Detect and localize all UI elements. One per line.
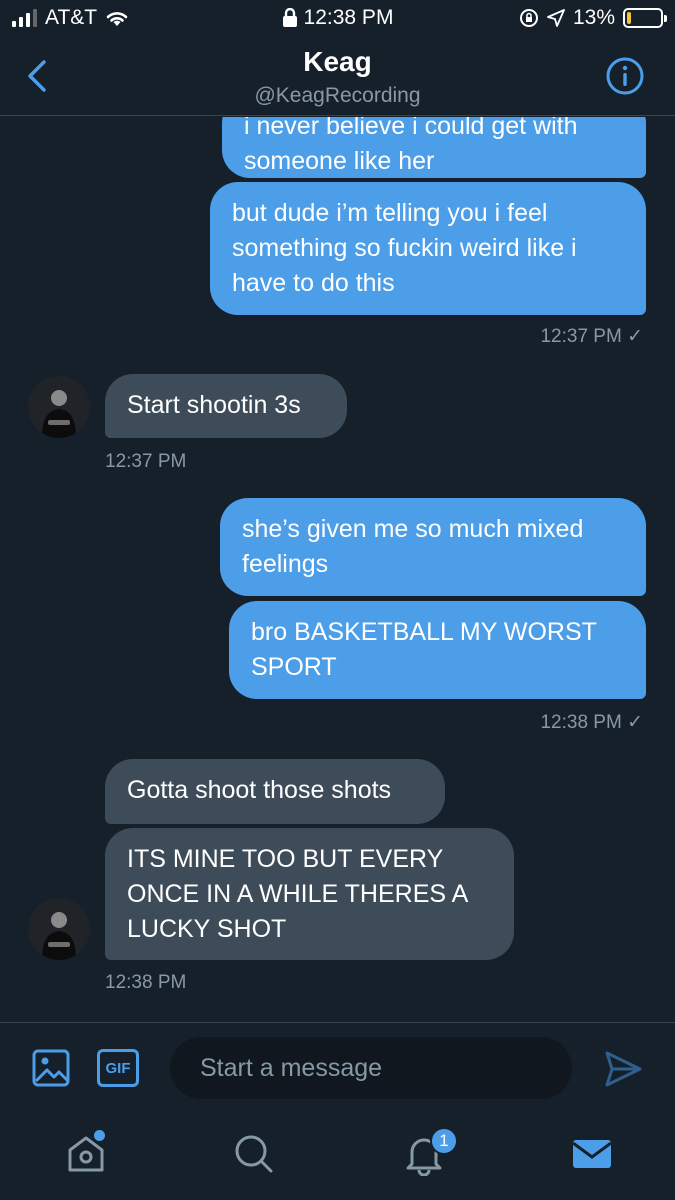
message-bubble-outgoing[interactable]: i never believe i could get with someone… [222,117,646,178]
message-bubble-outgoing[interactable]: but dude i’m telling you i feel somethin… [210,182,646,315]
status-bar: AT&T 12:38 PM 13% [0,0,675,36]
tab-bar: 1 [0,1112,675,1200]
conversation-handle[interactable]: @KeagRecording [0,84,675,108]
image-icon[interactable] [32,1049,70,1087]
message-timestamp: 12:38 PM [105,972,187,993]
avatar-photo [28,376,90,438]
avatar[interactable] [28,898,90,960]
info-icon[interactable] [605,56,645,96]
search-icon[interactable] [232,1132,276,1176]
send-icon[interactable] [603,1049,643,1089]
message-composer: GIF [0,1022,675,1112]
lock-icon [282,8,297,27]
message-bubble-incoming[interactable]: Gotta shoot those shots [105,759,445,824]
conversation-title[interactable]: Keag [0,46,675,78]
location-icon [547,9,565,27]
clock: 12:38 PM [303,6,394,29]
avatar-photo [28,898,90,960]
status-right: 13% [519,6,667,30]
message-bubble-outgoing[interactable]: bro BASKETBALL MY WORST SPORT [229,601,646,699]
battery-icon [623,8,667,28]
message-list[interactable]: i never believe i could get with someone… [0,117,675,1022]
message-input[interactable] [170,1037,572,1099]
notifications-badge: 1 [430,1127,458,1155]
avatar[interactable] [28,376,90,438]
message-bubble-incoming[interactable]: ITS MINE TOO BUT EVERY ONCE IN A WHILE T… [105,828,514,960]
gif-button[interactable]: GIF [97,1049,139,1087]
rotation-lock-icon [519,9,538,27]
message-bubble-incoming[interactable]: Start shootin 3s [105,374,347,438]
battery-percent: 13% [572,6,615,29]
message-timestamp: 12:37 PM [105,451,187,472]
message-timestamp: 12:38 PM ✓ [540,712,643,733]
unread-dot [94,1130,105,1141]
message-timestamp: 12:37 PM ✓ [540,326,643,347]
battery-fill [627,12,632,24]
conversation-header: Keag @KeagRecording [0,36,675,116]
mail-icon[interactable] [570,1132,614,1176]
message-bubble-outgoing[interactable]: she’s given me so much mixed feelings [220,498,646,596]
